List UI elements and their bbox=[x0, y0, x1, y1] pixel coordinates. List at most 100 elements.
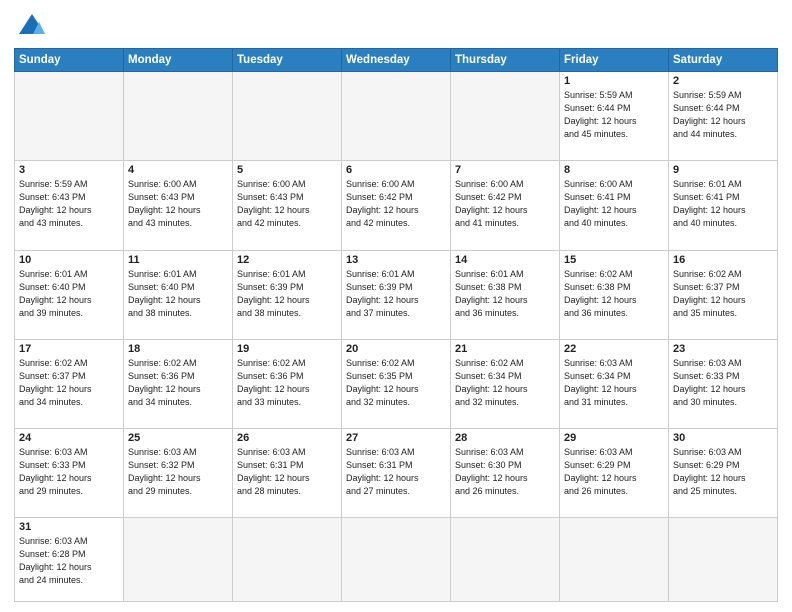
day-info: Sunrise: 6:02 AM Sunset: 6:37 PM Dayligh… bbox=[673, 268, 773, 320]
day-info: Sunrise: 6:03 AM Sunset: 6:31 PM Dayligh… bbox=[237, 446, 337, 498]
calendar-header-row: Sunday Monday Tuesday Wednesday Thursday… bbox=[15, 49, 778, 72]
calendar-cell: 1Sunrise: 5:59 AM Sunset: 6:44 PM Daylig… bbox=[560, 72, 669, 161]
calendar-cell bbox=[342, 518, 451, 602]
day-info: Sunrise: 6:01 AM Sunset: 6:38 PM Dayligh… bbox=[455, 268, 555, 320]
col-saturday: Saturday bbox=[669, 49, 778, 72]
calendar-cell: 13 Sunrise: 6:01 AM Sunset: 6:39 PM Dayli… bbox=[342, 250, 451, 339]
day-info: Sunrise: 6:03 AM Sunset: 6:30 PM Dayligh… bbox=[455, 446, 555, 498]
calendar-cell: 31Sunrise: 6:03 AM Sunset: 6:28 PM Dayli… bbox=[15, 518, 124, 602]
day-info: Sunrise: 5:59 AM Sunset: 6:44 PM Dayligh… bbox=[673, 89, 773, 141]
day-number: 26 bbox=[237, 432, 337, 444]
calendar-cell: 5 Sunrise: 6:00 AM Sunset: 6:43 PM Daylig… bbox=[233, 161, 342, 250]
logo bbox=[14, 12, 47, 42]
calendar-cell: 8 Sunrise: 6:00 AM Sunset: 6:41 PM Daylig… bbox=[560, 161, 669, 250]
calendar-cell: 28 Sunrise: 6:03 AM Sunset: 6:30 PM Dayli… bbox=[451, 429, 560, 518]
calendar-cell: 12Sunrise: 6:01 AM Sunset: 6:39 PM Dayli… bbox=[233, 250, 342, 339]
calendar-cell: 10Sunrise: 6:01 AM Sunset: 6:40 PM Dayli… bbox=[15, 250, 124, 339]
calendar-cell bbox=[15, 72, 124, 161]
day-info: Sunrise: 5:59 AM Sunset: 6:44 PM Dayligh… bbox=[564, 89, 664, 141]
day-number: 28 bbox=[455, 432, 555, 444]
calendar-cell: 18Sunrise: 6:02 AM Sunset: 6:36 PM Dayli… bbox=[124, 339, 233, 428]
calendar-table: Sunday Monday Tuesday Wednesday Thursday… bbox=[14, 48, 778, 602]
calendar-cell: 19 Sunrise: 6:02 AM Sunset: 6:36 PM Dayli… bbox=[233, 339, 342, 428]
calendar-cell bbox=[233, 72, 342, 161]
col-friday: Friday bbox=[560, 49, 669, 72]
day-info: Sunrise: 6:01 AM Sunset: 6:40 PM Dayligh… bbox=[128, 268, 228, 320]
day-number: 2 bbox=[673, 75, 773, 87]
calendar-week-row: 17Sunrise: 6:02 AM Sunset: 6:37 PM Dayli… bbox=[15, 339, 778, 428]
day-number: 31 bbox=[19, 521, 119, 533]
day-number: 24 bbox=[19, 432, 119, 444]
day-info: Sunrise: 6:01 AM Sunset: 6:39 PM Dayligh… bbox=[346, 268, 446, 320]
day-number: 11 bbox=[128, 254, 228, 266]
day-number: 9 bbox=[673, 164, 773, 176]
calendar-cell: 6Sunrise: 6:00 AM Sunset: 6:42 PM Daylig… bbox=[342, 161, 451, 250]
day-info: Sunrise: 6:03 AM Sunset: 6:32 PM Dayligh… bbox=[128, 446, 228, 498]
calendar-cell: 4 Sunrise: 6:00 AM Sunset: 6:43 PM Daylig… bbox=[124, 161, 233, 250]
day-info: Sunrise: 6:03 AM Sunset: 6:33 PM Dayligh… bbox=[673, 357, 773, 409]
calendar-cell: 16 Sunrise: 6:02 AM Sunset: 6:37 PM Dayli… bbox=[669, 250, 778, 339]
day-number: 6 bbox=[346, 164, 446, 176]
day-info: Sunrise: 6:02 AM Sunset: 6:36 PM Dayligh… bbox=[237, 357, 337, 409]
header bbox=[14, 12, 778, 42]
day-number: 5 bbox=[237, 164, 337, 176]
calendar-week-row: 10Sunrise: 6:01 AM Sunset: 6:40 PM Dayli… bbox=[15, 250, 778, 339]
day-number: 7 bbox=[455, 164, 555, 176]
calendar-cell: 3Sunrise: 5:59 AM Sunset: 6:43 PM Daylig… bbox=[15, 161, 124, 250]
logo-icon bbox=[17, 12, 47, 42]
calendar-cell bbox=[451, 518, 560, 602]
calendar-cell: 2 Sunrise: 5:59 AM Sunset: 6:44 PM Daylig… bbox=[669, 72, 778, 161]
day-number: 16 bbox=[673, 254, 773, 266]
calendar-cell: 22 Sunrise: 6:03 AM Sunset: 6:34 PM Dayli… bbox=[560, 339, 669, 428]
calendar-week-row: 24 Sunrise: 6:03 AM Sunset: 6:33 PM Dayli… bbox=[15, 429, 778, 518]
calendar-cell bbox=[233, 518, 342, 602]
day-info: Sunrise: 6:03 AM Sunset: 6:34 PM Dayligh… bbox=[564, 357, 664, 409]
col-wednesday: Wednesday bbox=[342, 49, 451, 72]
calendar-cell: 21Sunrise: 6:02 AM Sunset: 6:34 PM Dayli… bbox=[451, 339, 560, 428]
calendar-cell bbox=[451, 72, 560, 161]
calendar-cell: 14 Sunrise: 6:01 AM Sunset: 6:38 PM Dayli… bbox=[451, 250, 560, 339]
calendar-cell: 17Sunrise: 6:02 AM Sunset: 6:37 PM Dayli… bbox=[15, 339, 124, 428]
day-info: Sunrise: 6:03 AM Sunset: 6:31 PM Dayligh… bbox=[346, 446, 446, 498]
day-info: Sunrise: 6:00 AM Sunset: 6:43 PM Dayligh… bbox=[237, 178, 337, 230]
day-info: Sunrise: 6:03 AM Sunset: 6:29 PM Dayligh… bbox=[564, 446, 664, 498]
day-info: Sunrise: 6:03 AM Sunset: 6:29 PM Dayligh… bbox=[673, 446, 773, 498]
day-number: 14 bbox=[455, 254, 555, 266]
day-info: Sunrise: 6:03 AM Sunset: 6:33 PM Dayligh… bbox=[19, 446, 119, 498]
day-info: Sunrise: 6:00 AM Sunset: 6:42 PM Dayligh… bbox=[455, 178, 555, 230]
day-number: 19 bbox=[237, 343, 337, 355]
calendar-cell: 25Sunrise: 6:03 AM Sunset: 6:32 PM Dayli… bbox=[124, 429, 233, 518]
day-number: 3 bbox=[19, 164, 119, 176]
day-number: 30 bbox=[673, 432, 773, 444]
day-number: 15 bbox=[564, 254, 664, 266]
day-number: 4 bbox=[128, 164, 228, 176]
day-info: Sunrise: 6:01 AM Sunset: 6:41 PM Dayligh… bbox=[673, 178, 773, 230]
calendar-week-row: 1Sunrise: 5:59 AM Sunset: 6:44 PM Daylig… bbox=[15, 72, 778, 161]
day-number: 23 bbox=[673, 343, 773, 355]
day-number: 27 bbox=[346, 432, 446, 444]
calendar-week-row: 3Sunrise: 5:59 AM Sunset: 6:43 PM Daylig… bbox=[15, 161, 778, 250]
calendar-cell: 26 Sunrise: 6:03 AM Sunset: 6:31 PM Dayli… bbox=[233, 429, 342, 518]
calendar-cell: 20Sunrise: 6:02 AM Sunset: 6:35 PM Dayli… bbox=[342, 339, 451, 428]
calendar-cell bbox=[342, 72, 451, 161]
day-number: 8 bbox=[564, 164, 664, 176]
calendar-cell bbox=[124, 518, 233, 602]
col-monday: Monday bbox=[124, 49, 233, 72]
day-info: Sunrise: 6:02 AM Sunset: 6:34 PM Dayligh… bbox=[455, 357, 555, 409]
col-thursday: Thursday bbox=[451, 49, 560, 72]
day-info: Sunrise: 6:01 AM Sunset: 6:40 PM Dayligh… bbox=[19, 268, 119, 320]
day-info: Sunrise: 6:00 AM Sunset: 6:41 PM Dayligh… bbox=[564, 178, 664, 230]
calendar-cell: 23 Sunrise: 6:03 AM Sunset: 6:33 PM Dayli… bbox=[669, 339, 778, 428]
calendar-cell: 15Sunrise: 6:02 AM Sunset: 6:38 PM Dayli… bbox=[560, 250, 669, 339]
calendar-cell: 29Sunrise: 6:03 AM Sunset: 6:29 PM Dayli… bbox=[560, 429, 669, 518]
day-number: 13 bbox=[346, 254, 446, 266]
calendar-cell: 24 Sunrise: 6:03 AM Sunset: 6:33 PM Dayli… bbox=[15, 429, 124, 518]
calendar-cell: 30 Sunrise: 6:03 AM Sunset: 6:29 PM Dayli… bbox=[669, 429, 778, 518]
calendar-cell bbox=[669, 518, 778, 602]
day-number: 20 bbox=[346, 343, 446, 355]
day-number: 22 bbox=[564, 343, 664, 355]
calendar-cell: 11 Sunrise: 6:01 AM Sunset: 6:40 PM Dayli… bbox=[124, 250, 233, 339]
day-number: 12 bbox=[237, 254, 337, 266]
calendar-page: Sunday Monday Tuesday Wednesday Thursday… bbox=[0, 0, 792, 612]
day-info: Sunrise: 6:00 AM Sunset: 6:43 PM Dayligh… bbox=[128, 178, 228, 230]
